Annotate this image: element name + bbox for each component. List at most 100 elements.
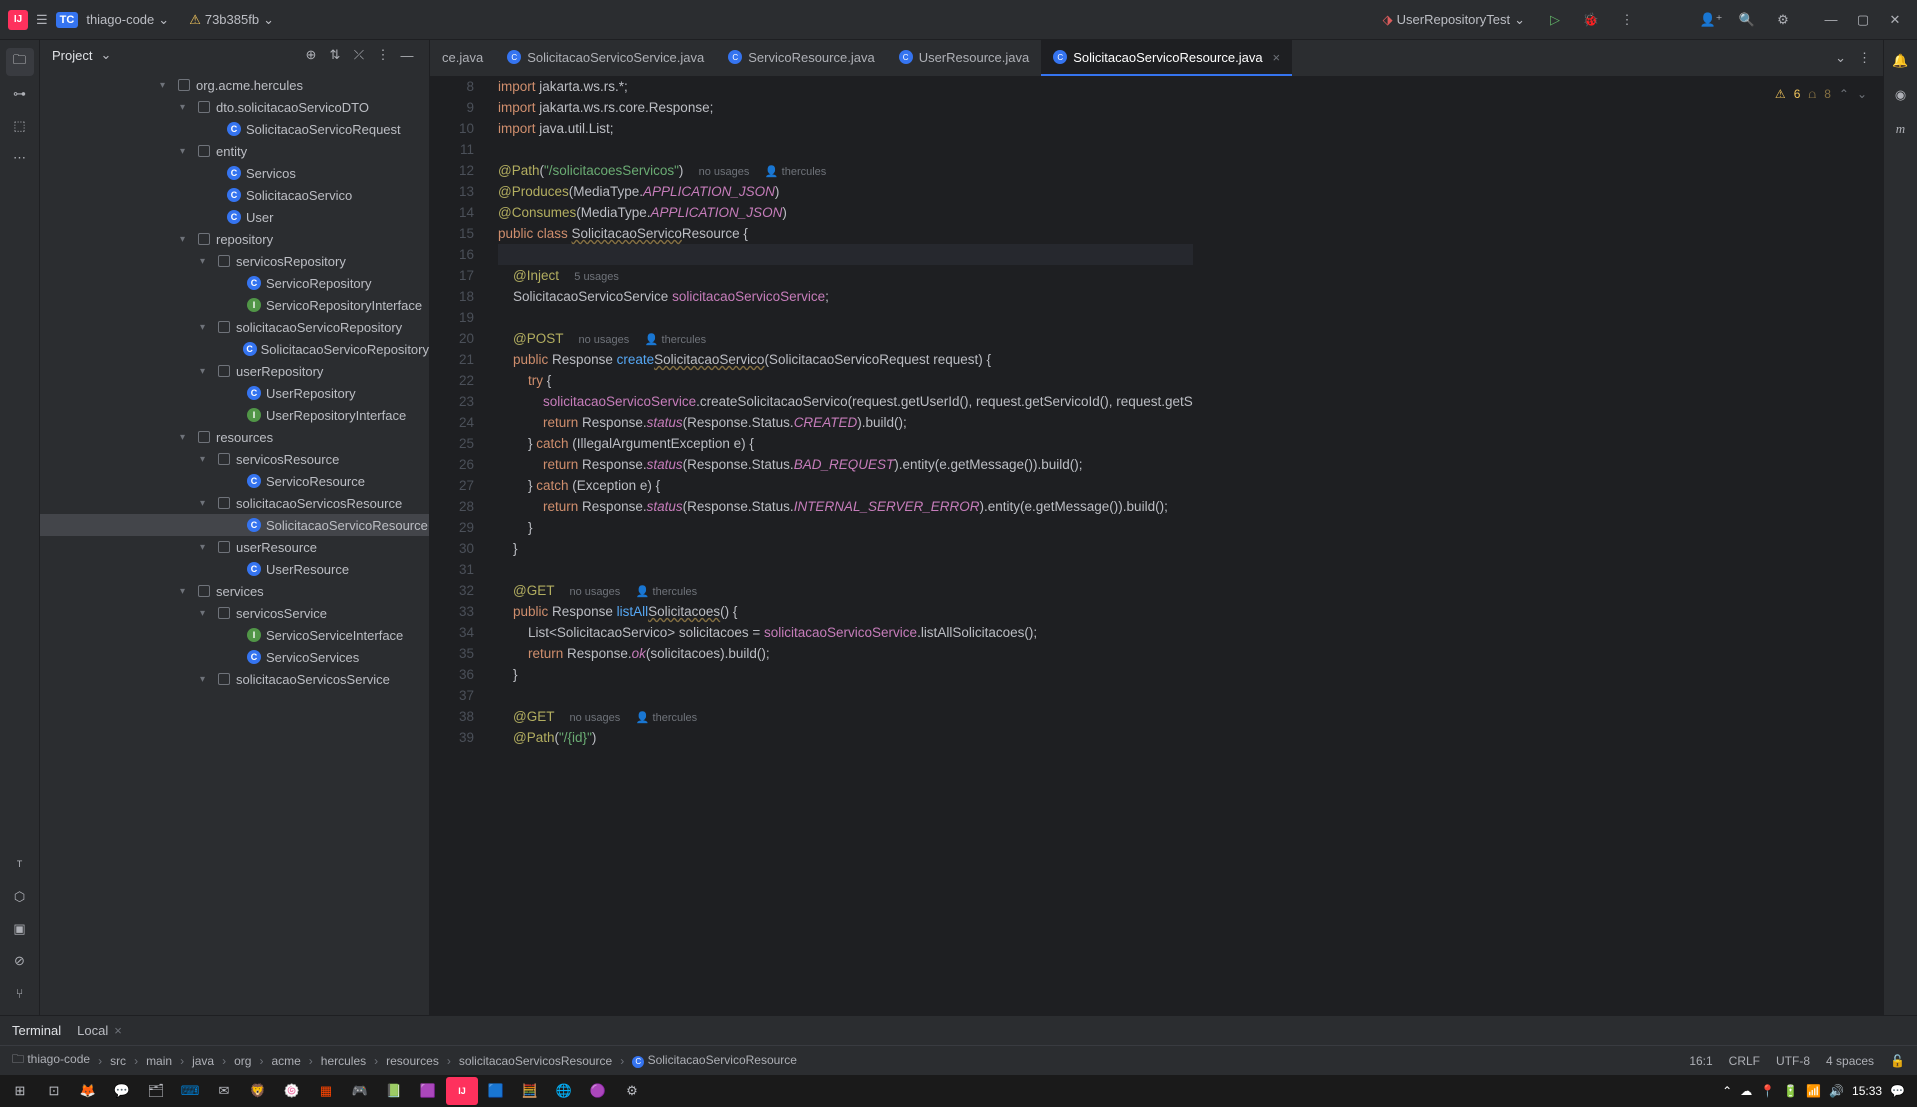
project-dropdown[interactable]: thiago-code⌄ [86, 12, 169, 28]
editor-tab[interactable]: CServicoResource.java [716, 40, 886, 76]
tree-item[interactable]: IServicoRepositoryInterface [40, 294, 429, 316]
indent-setting[interactable]: 4 spaces [1826, 1054, 1874, 1068]
caret-position[interactable]: 16:1 [1689, 1054, 1712, 1068]
maximize-button[interactable]: ▢ [1849, 6, 1877, 34]
tree-item[interactable]: ▾dto.solicitacaoServicoDTO [40, 96, 429, 118]
project-tool-button[interactable]: 🗀 [6, 48, 34, 76]
editor-tab[interactable]: ce.java [430, 40, 495, 76]
editor-tab[interactable]: CSolicitacaoServicoService.java [495, 40, 716, 76]
tree-item[interactable]: ▾repository [40, 228, 429, 250]
navigation-breadcrumbs[interactable]: 🗀 thiago-codesrcmainjavaorgacmeherculesr… [12, 1050, 797, 1071]
services-tool-button[interactable]: ⬡ [6, 883, 34, 911]
tree-item[interactable]: ▾servicosRepository [40, 250, 429, 272]
terminal-tab[interactable]: Local× [77, 1023, 122, 1038]
tree-item[interactable]: ▾solicitacaoServicosResource [40, 492, 429, 514]
tree-item[interactable]: CSolicitacaoServicoRequest [40, 118, 429, 140]
tray-notifications-icon[interactable]: 💬 [1890, 1084, 1905, 1098]
collapse-all-icon[interactable]: ⤫ [349, 45, 369, 65]
main-menu-icon[interactable]: ☰ [36, 12, 48, 28]
file-encoding[interactable]: UTF-8 [1776, 1054, 1810, 1068]
tree-item[interactable]: ▾servicosResource [40, 448, 429, 470]
intellij-icon[interactable]: IJ [446, 1077, 478, 1105]
project-tree[interactable]: ▾org.acme.hercules▾dto.solicitacaoServic… [40, 70, 429, 1015]
run-button[interactable]: ▷ [1541, 6, 1569, 34]
chevron-down-icon[interactable]: ⌄ [100, 47, 111, 63]
app-icon-6[interactable]: 🟣 [582, 1077, 614, 1105]
close-icon[interactable]: × [114, 1023, 122, 1038]
mail-icon[interactable]: ✉ [208, 1077, 240, 1105]
breadcrumb-item[interactable]: java [192, 1054, 214, 1068]
breadcrumb-item[interactable]: main [146, 1054, 172, 1068]
brave-icon[interactable]: 🦁 [242, 1077, 274, 1105]
tree-item[interactable]: CUser [40, 206, 429, 228]
tab-more-icon[interactable]: ⋮ [1854, 46, 1875, 70]
notifications-icon[interactable]: 🔔 [1888, 48, 1914, 74]
app-icon-5[interactable]: 🟦 [480, 1077, 512, 1105]
discord-icon[interactable]: 🎮 [344, 1077, 376, 1105]
tree-item[interactable]: CServicoRepository [40, 272, 429, 294]
tree-item[interactable]: CUserRepository [40, 382, 429, 404]
inspections-widget[interactable]: ⚠6 ⩍8 ⌃ ⌄ [1775, 84, 1867, 105]
breadcrumb-item[interactable]: 🗀 thiago-code [12, 1050, 90, 1071]
tray-clock[interactable]: 15:33 [1852, 1084, 1882, 1098]
task-view-icon[interactable]: ⊡ [38, 1077, 70, 1105]
editor-tab[interactable]: CSolicitacaoServicoResource.java× [1041, 40, 1292, 76]
tree-item[interactable]: ▾servicosService [40, 602, 429, 624]
tree-item[interactable]: IUserRepositoryInterface [40, 404, 429, 426]
tree-item[interactable]: CSolicitacaoServicoResource [40, 514, 429, 536]
tray-battery-icon[interactable]: 🔋 [1783, 1084, 1798, 1098]
debug-button[interactable]: 🐞 [1577, 6, 1605, 34]
avatar-badge[interactable]: TC [56, 12, 79, 28]
endpoints-tool-button[interactable]: ᵀ [6, 851, 34, 879]
app-icon-1[interactable]: 🍥 [276, 1077, 308, 1105]
tree-item[interactable]: ▾solicitacaoServicosService [40, 668, 429, 690]
tray-volume-icon[interactable]: 🔊 [1829, 1084, 1844, 1098]
more-tool-button[interactable]: ⋯ [6, 144, 34, 172]
expand-all-icon[interactable]: ⇅ [325, 45, 345, 65]
breadcrumb-item[interactable]: hercules [321, 1054, 366, 1068]
breadcrumb-item[interactable]: org [234, 1054, 251, 1068]
problems-tool-button[interactable]: ⊘ [6, 947, 34, 975]
calculator-icon[interactable]: 🧮 [514, 1077, 546, 1105]
breadcrumb-item[interactable]: resources [386, 1054, 439, 1068]
app-icon-7[interactable]: ⚙ [616, 1077, 648, 1105]
breadcrumb-item[interactable]: src [110, 1054, 126, 1068]
vcs-branch-dropdown[interactable]: ⚠ 73b385fb⌄ [189, 12, 274, 28]
tree-item[interactable]: CServicoServices [40, 646, 429, 668]
vscode-icon[interactable]: ⌨ [174, 1077, 206, 1105]
code-editor[interactable]: ⚠6 ⩍8 ⌃ ⌄ 891011121314151617181920212223… [430, 76, 1883, 1015]
prev-highlight-icon[interactable]: ⌃ [1839, 84, 1849, 105]
explorer-icon[interactable]: 🗂 [140, 1077, 172, 1105]
search-icon[interactable]: 🔍 [1733, 6, 1761, 34]
tree-item[interactable]: CUserResource [40, 558, 429, 580]
minimize-button[interactable]: — [1817, 6, 1845, 34]
terminal-tool-button[interactable]: ▣ [6, 915, 34, 943]
tree-item[interactable]: ▾solicitacaoServicoRepository [40, 316, 429, 338]
readonly-lock-icon[interactable]: 🔓 [1890, 1054, 1905, 1068]
maven-icon[interactable]: m [1888, 116, 1914, 142]
structure-tool-button[interactable]: ⬚ [6, 112, 34, 140]
tray-expand-icon[interactable]: ⌃ [1722, 1084, 1732, 1098]
tree-item[interactable]: ▾entity [40, 140, 429, 162]
more-actions-icon[interactable]: ⋮ [1613, 6, 1641, 34]
tray-wifi-icon[interactable]: 📶 [1806, 1084, 1821, 1098]
tree-item[interactable]: ▾resources [40, 426, 429, 448]
run-configuration-dropdown[interactable]: ⬗ UserRepositoryTest⌄ [1375, 8, 1533, 32]
hide-panel-icon[interactable]: — [397, 45, 417, 65]
tree-item[interactable]: ▾org.acme.hercules [40, 74, 429, 96]
tray-cloud-icon[interactable]: ☁ [1740, 1084, 1752, 1098]
app-icon-4[interactable]: 🟪 [412, 1077, 444, 1105]
tree-item[interactable]: ▾userResource [40, 536, 429, 558]
code-with-me-icon[interactable]: 👤⁺ [1697, 6, 1725, 34]
vcs-tool-button[interactable]: ⑂ [6, 979, 34, 1007]
tray-location-icon[interactable]: 📍 [1760, 1084, 1775, 1098]
line-separator[interactable]: CRLF [1729, 1054, 1760, 1068]
gutter[interactable]: 8910111213141516171819202122232425262728… [430, 76, 490, 1015]
next-highlight-icon[interactable]: ⌄ [1857, 84, 1867, 105]
breadcrumb-item[interactable]: solicitacaoServicosResource [459, 1054, 612, 1068]
tree-item[interactable]: ▾services [40, 580, 429, 602]
tree-item[interactable]: CSolicitacaoServicoRepository [40, 338, 429, 360]
firefox-icon[interactable]: 🦊 [72, 1077, 104, 1105]
editor-tab[interactable]: CUserResource.java [887, 40, 1042, 76]
terminal-title[interactable]: Terminal [12, 1023, 61, 1038]
